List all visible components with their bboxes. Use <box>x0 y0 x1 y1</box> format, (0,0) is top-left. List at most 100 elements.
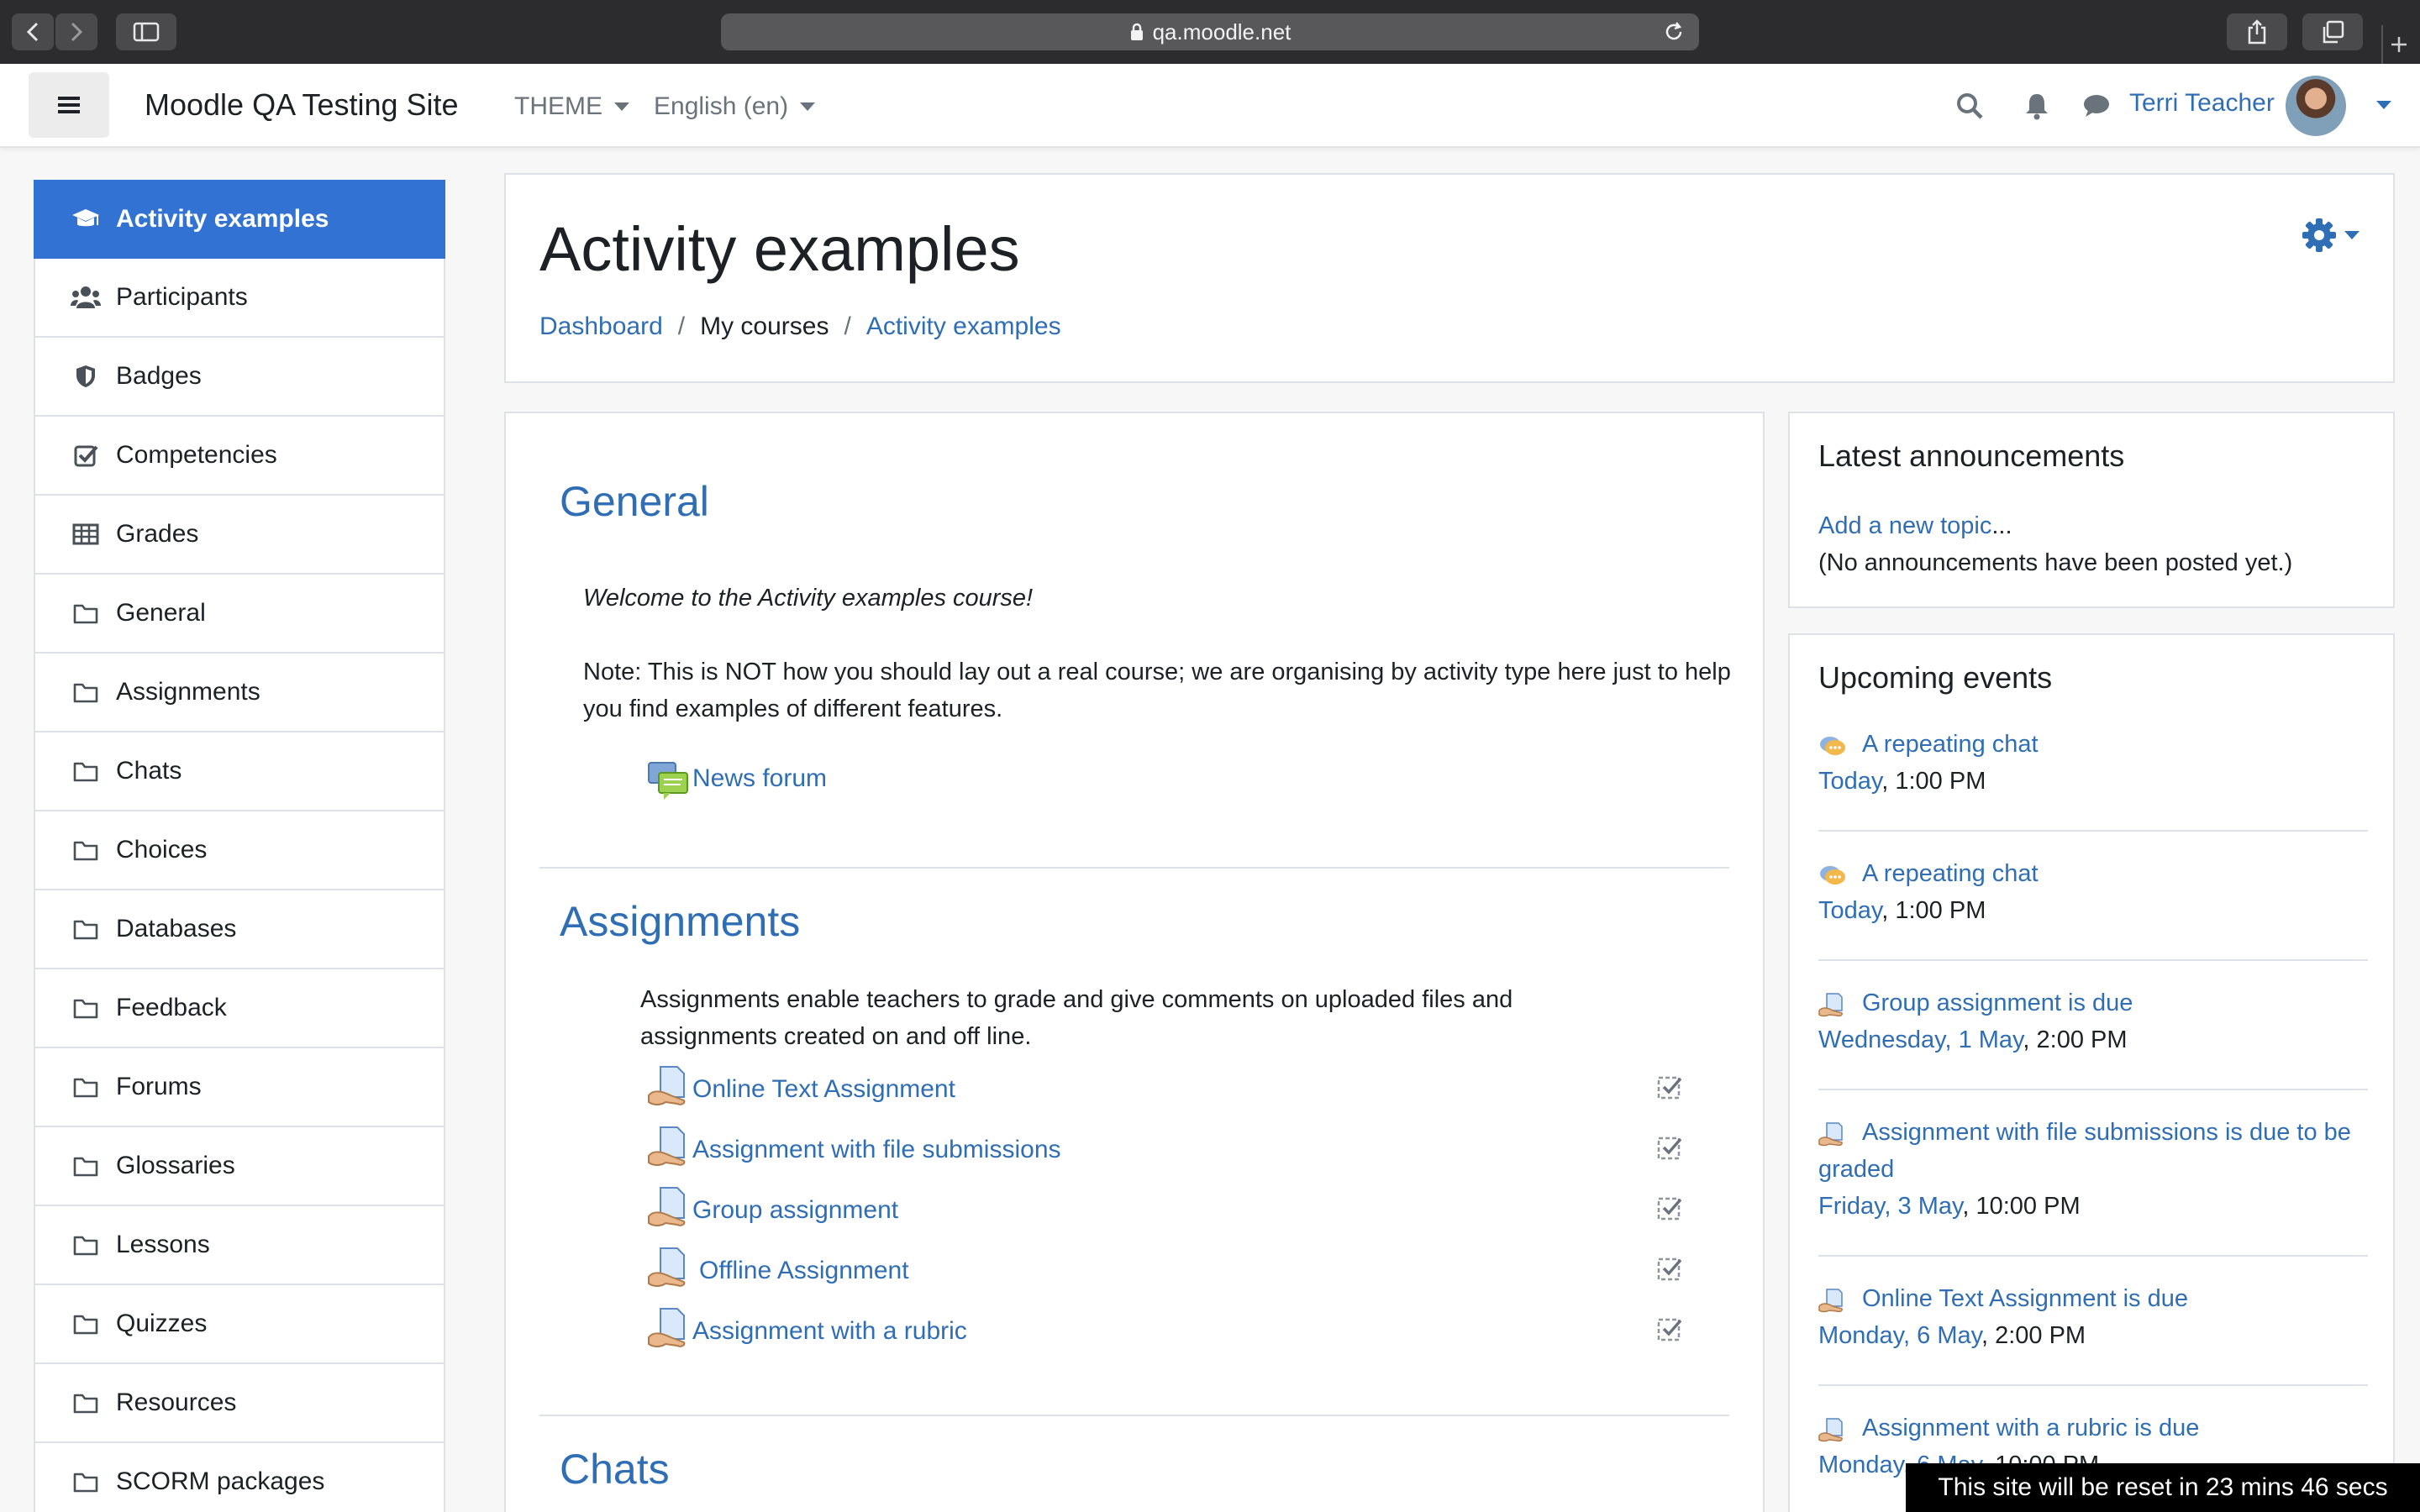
assignment-icon <box>647 1184 692 1236</box>
completion-checkbox-icon[interactable] <box>1657 1255 1684 1282</box>
event-link[interactable]: Assignment with a rubric is due <box>1862 1415 2199 1441</box>
event-link[interactable]: Assignment with file submissions is due … <box>1818 1119 2351 1183</box>
drawer-item-grades[interactable]: Grades <box>34 496 445 575</box>
breadcrumb-dashboard-link[interactable]: Dashboard <box>539 312 663 341</box>
activity-assignment[interactable]: Offline Assignment <box>647 1245 909 1297</box>
section-title-general[interactable]: General <box>560 477 709 526</box>
assignment-icon <box>647 1245 692 1297</box>
drawer-item-label: Databases <box>116 915 237 942</box>
activity-link[interactable]: Online Text Assignment <box>692 1075 955 1104</box>
drawer-item-resources[interactable]: Resources <box>34 1364 445 1443</box>
drawer-item-quizzes[interactable]: Quizzes <box>34 1285 445 1364</box>
drawer-item-general[interactable]: General <box>34 575 445 654</box>
activity-assignment[interactable]: Online Text Assignment <box>647 1063 955 1116</box>
activity-link[interactable]: Assignment with file submissions <box>692 1136 1061 1164</box>
drawer-item-label: Grades <box>116 520 199 548</box>
activity-assignment[interactable]: Assignment with file submissions <box>647 1124 1061 1176</box>
completion-checkbox-icon[interactable] <box>1657 1315 1684 1342</box>
drawer-item-label: Feedback <box>116 994 227 1021</box>
browser-toolbar: qa.moodle.net <box>0 0 2420 64</box>
drawer-item-participants[interactable]: Participants <box>34 259 445 338</box>
drawer-item-forums[interactable]: Forums <box>34 1048 445 1127</box>
event-time: , 10:00 PM <box>1962 1193 2081 1220</box>
event-divider <box>1818 959 2368 961</box>
drawer-item-badges[interactable]: Badges <box>34 338 445 417</box>
announcements-content: Add a new topic... (No announcements hav… <box>1818 507 2292 581</box>
activity-assignment[interactable]: Assignment with a rubric <box>647 1305 967 1357</box>
activity-link[interactable]: News forum <box>692 764 827 793</box>
drawer-item-lessons[interactable]: Lessons <box>34 1206 445 1285</box>
caret-down-icon <box>800 102 816 111</box>
breadcrumb-my-courses: My courses <box>700 312 829 340</box>
course-content: General Welcome to the Activity examples… <box>504 412 1765 1512</box>
notifications-button[interactable] <box>2018 87 2055 124</box>
browser-sidebar-button[interactable] <box>116 13 176 50</box>
site-name-link[interactable]: Moodle QA Testing Site <box>145 87 459 123</box>
section-title-chats[interactable]: Chats <box>560 1445 670 1494</box>
completion-checkbox-icon[interactable] <box>1657 1194 1684 1221</box>
activity-link[interactable]: Offline Assignment <box>699 1257 909 1285</box>
share-icon <box>2248 19 2266 45</box>
drawer-item-label: Glossaries <box>116 1152 235 1179</box>
folder-icon <box>71 993 101 1023</box>
url-text: qa.moodle.net <box>1152 18 1292 45</box>
drawer-item-databases[interactable]: Databases <box>34 890 445 969</box>
drawer-item-choices[interactable]: Choices <box>34 811 445 890</box>
drawer-item-glossaries[interactable]: Glossaries <box>34 1127 445 1206</box>
drawer-toggle-button[interactable] <box>29 72 109 138</box>
activity-link[interactable]: Group assignment <box>692 1196 898 1225</box>
browser-forward-button[interactable] <box>55 13 97 50</box>
theme-menu-label: THEME <box>514 92 602 120</box>
add-new-topic-link[interactable]: Add a new topic <box>1818 512 1991 539</box>
breadcrumb-separator: / <box>844 312 851 340</box>
event-date-link[interactable]: Wednesday, 1 May <box>1818 1026 2023 1053</box>
drawer-item-assignments[interactable]: Assignments <box>34 654 445 732</box>
share-button[interactable] <box>2227 13 2287 50</box>
address-bar[interactable]: qa.moodle.net <box>721 13 1699 50</box>
browser-back-button[interactable] <box>12 13 54 50</box>
event-link[interactable]: A repeating chat <box>1862 731 2039 758</box>
language-menu[interactable]: English (en) <box>654 92 816 121</box>
event-divider <box>1818 1384 2368 1386</box>
folder-icon <box>71 756 101 786</box>
event-date-link[interactable]: Today <box>1818 897 1881 924</box>
user-menu-name[interactable]: Terri Teacher <box>2129 89 2275 118</box>
drawer-item-label: Badges <box>116 362 202 390</box>
event-link[interactable]: Online Text Assignment is due <box>1862 1285 2188 1312</box>
event-date-link[interactable]: Monday, 6 May <box>1818 1322 1981 1349</box>
drawer-item-feedback[interactable]: Feedback <box>34 969 445 1048</box>
activity-news-forum[interactable]: News forum <box>647 756 827 801</box>
chevron-left-icon <box>26 22 39 42</box>
general-welcome-text: Welcome to the Activity examples course! <box>583 585 1034 612</box>
new-tab-button[interactable] <box>2381 25 2415 64</box>
completion-checkbox-icon[interactable] <box>1657 1074 1684 1100</box>
reload-icon[interactable] <box>1662 20 1686 44</box>
search-button[interactable] <box>1951 87 1988 124</box>
search-icon <box>1957 93 1983 119</box>
event-link[interactable]: A repeating chat <box>1862 860 2039 887</box>
upcoming-events-block: Upcoming events A repeating chat Today, 1… <box>1788 633 2395 1512</box>
breadcrumb-course-link[interactable]: Activity examples <box>866 312 1061 341</box>
upcoming-event: Online Text Assignment is due Monday, 6 M… <box>1818 1280 2368 1354</box>
event-date-link[interactable]: Friday, 3 May <box>1818 1193 1962 1220</box>
drawer-item-scorm-packages[interactable]: SCORM packages <box>34 1443 445 1512</box>
assignments-summary-text: Assignments enable teachers to grade and… <box>640 986 1513 1050</box>
section-title-assignments[interactable]: Assignments <box>560 897 800 946</box>
assignment-icon <box>647 1063 692 1116</box>
course-navigation-drawer: Activity examples Participants Badges Compe… <box>34 180 445 1512</box>
event-date-link[interactable]: Today <box>1818 768 1881 795</box>
course-settings-menu[interactable] <box>2301 217 2360 254</box>
avatar[interactable] <box>2286 76 2346 136</box>
drawer-item-competencies[interactable]: Competencies <box>34 417 445 496</box>
theme-menu[interactable]: THEME <box>514 92 629 121</box>
tabs-overview-button[interactable] <box>2302 13 2363 50</box>
drawer-item-chats[interactable]: Chats <box>34 732 445 811</box>
activity-assignment[interactable]: Group assignment <box>647 1184 898 1236</box>
activity-link[interactable]: Assignment with a rubric <box>692 1317 967 1346</box>
drawer-item-activity-examples[interactable]: Activity examples <box>34 180 445 259</box>
event-link[interactable]: Group assignment is due <box>1862 990 2133 1016</box>
completion-checkbox-icon[interactable] <box>1657 1134 1684 1161</box>
folder-icon <box>71 1467 101 1497</box>
user-menu-caret-icon[interactable] <box>2376 101 2391 109</box>
messages-button[interactable] <box>2077 87 2114 124</box>
